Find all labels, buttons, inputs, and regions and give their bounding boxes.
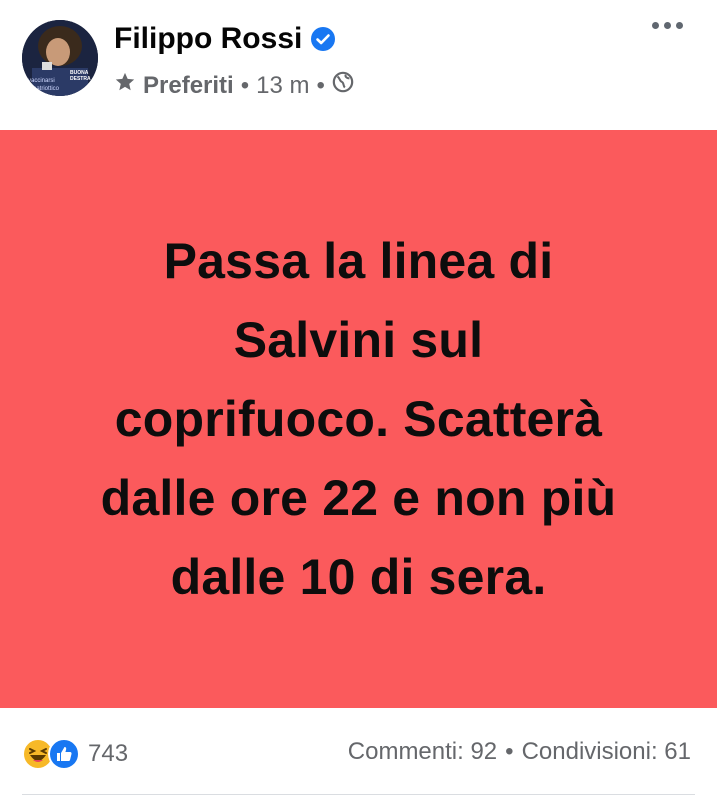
post-footer: 743 Commenti: 92 • Condivisioni: 61 bbox=[0, 708, 717, 800]
post-text-line: dalle ore 22 e non più bbox=[100, 469, 617, 526]
globe-icon[interactable] bbox=[332, 71, 354, 100]
engagement-stats: Commenti: 92 • Condivisioni: 61 bbox=[348, 738, 691, 766]
post-text-line: Salvini sul bbox=[233, 311, 484, 368]
more-dot bbox=[652, 22, 659, 29]
avatar-image: vaccinarsi è patriottico BUONA DESTRA bbox=[22, 20, 98, 96]
meta-separator: • bbox=[240, 71, 250, 99]
avatar-caption-1: vaccinarsi bbox=[28, 78, 55, 84]
comments-count-link[interactable]: Commenti: 92 bbox=[348, 738, 497, 766]
author-name-row: Filippo Rossi bbox=[114, 22, 336, 56]
post-meta: Preferiti • 13 m • bbox=[114, 71, 354, 100]
star-icon bbox=[114, 71, 136, 100]
more-dot bbox=[676, 22, 683, 29]
verified-badge-icon bbox=[310, 26, 336, 52]
post-time[interactable]: 13 m bbox=[256, 72, 309, 100]
avatar-logo-2: DESTRA bbox=[70, 76, 91, 82]
stats-separator: • bbox=[505, 738, 514, 765]
post-text-card[interactable]: Passa la linea di Salvini sul coprifuoco… bbox=[0, 130, 717, 708]
meta-separator-2: • bbox=[316, 71, 325, 99]
shares-count-link[interactable]: Condivisioni: 61 bbox=[522, 738, 691, 766]
author-avatar[interactable]: vaccinarsi è patriottico BUONA DESTRA bbox=[22, 20, 98, 96]
post-header: vaccinarsi è patriottico BUONA DESTRA Fi… bbox=[0, 0, 717, 130]
post-text: Passa la linea di Salvini sul coprifuoco… bbox=[39, 222, 679, 617]
avatar-caption-2: è patriottico bbox=[28, 86, 60, 92]
author-name[interactable]: Filippo Rossi bbox=[114, 22, 302, 56]
like-reaction-icon bbox=[48, 738, 80, 770]
reactions-summary[interactable]: 743 bbox=[22, 738, 128, 770]
audience-label: Preferiti bbox=[143, 71, 234, 99]
more-options-icon[interactable] bbox=[652, 22, 683, 29]
post-text-line: dalle 10 di sera. bbox=[170, 548, 547, 605]
post-text-line: coprifuoco. Scatterà bbox=[114, 390, 603, 447]
post-text-line: Passa la linea di bbox=[163, 232, 554, 289]
more-dot bbox=[664, 22, 671, 29]
footer-divider bbox=[22, 794, 695, 795]
reactions-count: 743 bbox=[88, 740, 129, 767]
